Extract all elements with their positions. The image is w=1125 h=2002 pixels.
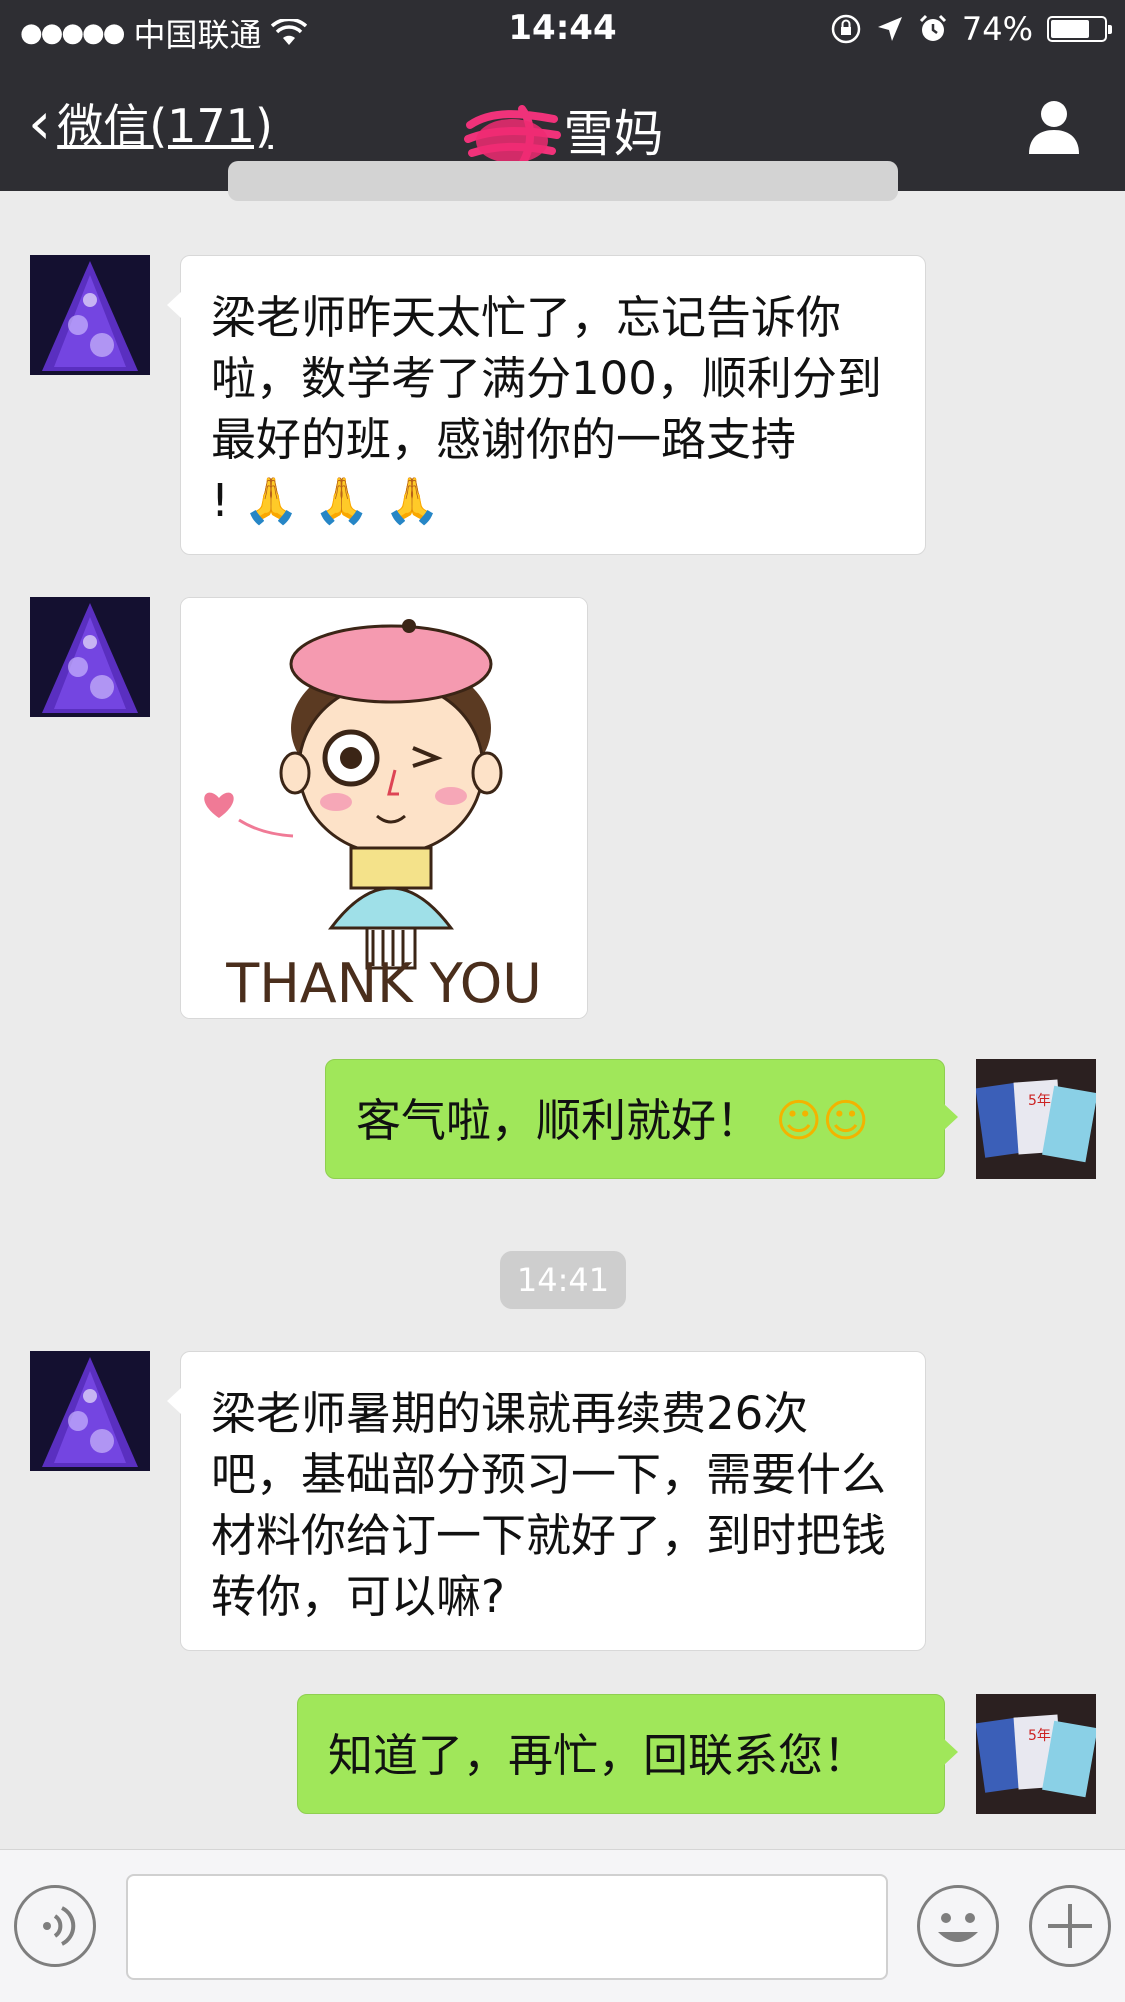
incoming-message-bubble[interactable]: 梁老师昨天太忙了，忘记告诉你啦，数学考了满分100，顺利分到最好的班，感谢你的一…	[167, 255, 926, 555]
my-avatar[interactable]: 5年	[976, 1059, 1096, 1179]
more-options-button[interactable]	[1029, 1885, 1111, 1967]
sticker-caption: THANK YOU	[225, 952, 542, 1015]
thank-you-sticker[interactable]: THANK YOU	[180, 597, 588, 1019]
location-arrow-icon	[877, 17, 902, 41]
avatar-image	[30, 597, 150, 717]
contact-avatar[interactable]	[30, 255, 150, 375]
chat-title-text: 雪妈	[563, 105, 664, 163]
outgoing-message-bubble[interactable]: 客气啦，顺利就好！ ☺☺	[325, 1059, 958, 1179]
voice-input-button[interactable]	[14, 1885, 96, 1967]
message-text: 知道了，再忙，回联系您！	[328, 1729, 869, 1782]
chat-title: 雪妈	[0, 94, 1125, 171]
avatar-image	[30, 255, 150, 375]
emoji-button[interactable]	[917, 1885, 999, 1967]
orientation-lock-icon	[831, 14, 861, 44]
plus-icon	[1048, 1904, 1092, 1948]
input-bar	[0, 1849, 1125, 2002]
my-avatar[interactable]: 5年	[976, 1694, 1096, 1814]
sticker-illustration: THANK YOU	[181, 598, 587, 1018]
chat-info-person-icon[interactable]	[1023, 96, 1085, 158]
previous-system-notice	[228, 161, 898, 201]
message-text-end: !	[211, 474, 230, 527]
status-bar: ●●●●● 中国联通 14:44 74%	[0, 0, 1125, 62]
message-input[interactable]	[126, 1874, 888, 1980]
avatar-image: 5年	[976, 1059, 1096, 1179]
svg-text:5年: 5年	[1028, 1093, 1051, 1109]
message-text: 梁老师暑期的课就再续费26次吧，基础部分预习一下，需要什么材料你给订一下就好了，…	[211, 1387, 887, 1623]
message-text: 客气啦，顺利就好！	[356, 1094, 762, 1147]
battery-percentage: 74%	[961, 10, 1033, 48]
svg-text:5年: 5年	[1028, 1728, 1051, 1744]
contact-avatar[interactable]	[30, 1351, 150, 1471]
battery-icon	[1047, 16, 1112, 42]
message-text: 梁老师昨天太忙了，忘记告诉你啦，数学考了满分100，顺利分到最好的班，感谢你的一…	[211, 291, 882, 466]
battery-fill	[1051, 20, 1089, 38]
voice-icon	[43, 1906, 76, 1946]
smiling-face-emoji: ☺☺	[775, 1094, 870, 1147]
message-list[interactable]: 梁老师昨天太忙了，忘记告诉你啦，数学考了满分100，顺利分到最好的班，感谢你的一…	[0, 161, 1125, 1849]
folded-hands-emoji: 🙏 🙏 🙏	[243, 474, 441, 527]
incoming-message-bubble[interactable]: 梁老师暑期的课就再续费26次吧，基础部分预习一下，需要什么材料你给订一下就好了，…	[167, 1351, 926, 1651]
avatar-image: 5年	[976, 1694, 1096, 1814]
avatar-image	[30, 1351, 150, 1471]
message-timestamp: 14:41	[500, 1251, 626, 1309]
alarm-icon	[919, 14, 946, 41]
smiley-icon	[938, 1913, 978, 1942]
contact-avatar[interactable]	[30, 597, 150, 717]
outgoing-message-bubble[interactable]: 知道了，再忙，回联系您！	[297, 1694, 958, 1814]
